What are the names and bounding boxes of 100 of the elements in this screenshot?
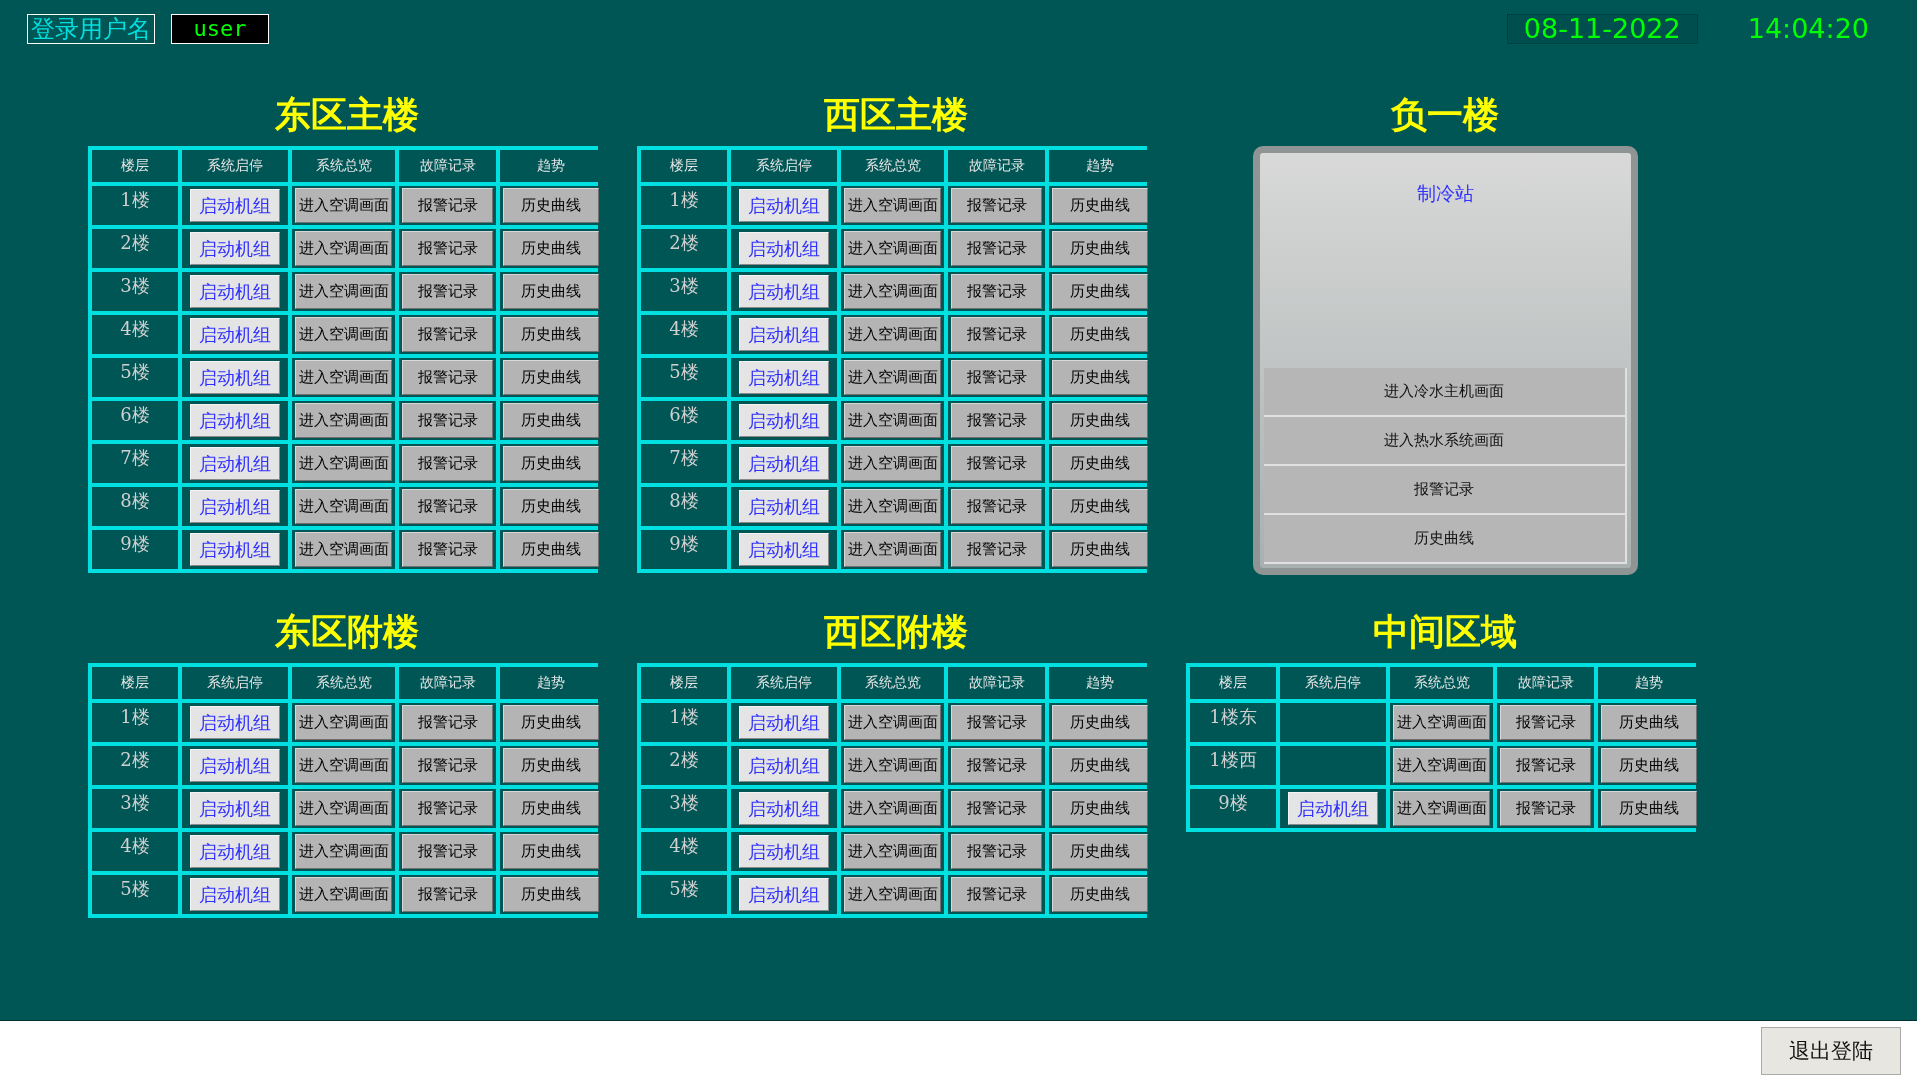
ac-screen-button[interactable]: 进入空调画面 xyxy=(844,532,941,567)
start-unit-button[interactable]: 启动机组 xyxy=(190,878,280,911)
panel-menu-button[interactable]: 进入冷水主机画面 xyxy=(1263,368,1627,417)
history-curve-button[interactable]: 历史曲线 xyxy=(503,489,599,524)
alarm-record-button[interactable]: 报警记录 xyxy=(402,317,493,352)
start-unit-button[interactable]: 启动机组 xyxy=(739,318,829,351)
ac-screen-button[interactable]: 进入空调画面 xyxy=(844,231,941,266)
history-curve-button[interactable]: 历史曲线 xyxy=(503,877,599,912)
ac-screen-button[interactable]: 进入空调画面 xyxy=(844,446,941,481)
alarm-record-button[interactable]: 报警记录 xyxy=(951,231,1042,266)
alarm-record-button[interactable]: 报警记录 xyxy=(951,446,1042,481)
start-unit-button[interactable]: 启动机组 xyxy=(739,275,829,308)
ac-screen-button[interactable]: 进入空调画面 xyxy=(1393,748,1490,783)
history-curve-button[interactable]: 历史曲线 xyxy=(1052,188,1148,223)
history-curve-button[interactable]: 历史曲线 xyxy=(1052,274,1148,309)
alarm-record-button[interactable]: 报警记录 xyxy=(951,274,1042,309)
alarm-record-button[interactable]: 报警记录 xyxy=(402,532,493,567)
alarm-record-button[interactable]: 报警记录 xyxy=(951,532,1042,567)
history-curve-button[interactable]: 历史曲线 xyxy=(1601,748,1697,783)
ac-screen-button[interactable]: 进入空调画面 xyxy=(295,403,392,438)
history-curve-button[interactable]: 历史曲线 xyxy=(1052,532,1148,567)
history-curve-button[interactable]: 历史曲线 xyxy=(503,360,599,395)
ac-screen-button[interactable]: 进入空调画面 xyxy=(844,274,941,309)
alarm-record-button[interactable]: 报警记录 xyxy=(402,705,493,740)
alarm-record-button[interactable]: 报警记录 xyxy=(951,834,1042,869)
ac-screen-button[interactable]: 进入空调画面 xyxy=(1393,705,1490,740)
ac-screen-button[interactable]: 进入空调画面 xyxy=(295,489,392,524)
history-curve-button[interactable]: 历史曲线 xyxy=(503,403,599,438)
start-unit-button[interactable]: 启动机组 xyxy=(190,361,280,394)
history-curve-button[interactable]: 历史曲线 xyxy=(503,705,599,740)
alarm-record-button[interactable]: 报警记录 xyxy=(951,705,1042,740)
ac-screen-button[interactable]: 进入空调画面 xyxy=(844,360,941,395)
history-curve-button[interactable]: 历史曲线 xyxy=(1052,317,1148,352)
ac-screen-button[interactable]: 进入空调画面 xyxy=(295,231,392,266)
alarm-record-button[interactable]: 报警记录 xyxy=(1500,791,1591,826)
start-unit-button[interactable]: 启动机组 xyxy=(739,749,829,782)
alarm-record-button[interactable]: 报警记录 xyxy=(402,748,493,783)
logout-button[interactable]: 退出登陆 xyxy=(1761,1026,1901,1075)
history-curve-button[interactable]: 历史曲线 xyxy=(1052,403,1148,438)
start-unit-button[interactable]: 启动机组 xyxy=(190,749,280,782)
start-unit-button[interactable]: 启动机组 xyxy=(739,706,829,739)
history-curve-button[interactable]: 历史曲线 xyxy=(503,231,599,266)
history-curve-button[interactable]: 历史曲线 xyxy=(1601,791,1697,826)
start-unit-button[interactable]: 启动机组 xyxy=(190,533,280,566)
start-unit-button[interactable]: 启动机组 xyxy=(190,318,280,351)
ac-screen-button[interactable]: 进入空调画面 xyxy=(1393,791,1490,826)
ac-screen-button[interactable]: 进入空调画面 xyxy=(295,834,392,869)
start-unit-button[interactable]: 启动机组 xyxy=(190,189,280,222)
history-curve-button[interactable]: 历史曲线 xyxy=(503,748,599,783)
start-unit-button[interactable]: 启动机组 xyxy=(739,189,829,222)
history-curve-button[interactable]: 历史曲线 xyxy=(503,274,599,309)
history-curve-button[interactable]: 历史曲线 xyxy=(1052,748,1148,783)
history-curve-button[interactable]: 历史曲线 xyxy=(1052,877,1148,912)
history-curve-button[interactable]: 历史曲线 xyxy=(1052,231,1148,266)
alarm-record-button[interactable]: 报警记录 xyxy=(951,877,1042,912)
ac-screen-button[interactable]: 进入空调画面 xyxy=(844,705,941,740)
alarm-record-button[interactable]: 报警记录 xyxy=(1500,748,1591,783)
start-unit-button[interactable]: 启动机组 xyxy=(739,361,829,394)
start-unit-button[interactable]: 启动机组 xyxy=(190,275,280,308)
ac-screen-button[interactable]: 进入空调画面 xyxy=(295,188,392,223)
alarm-record-button[interactable]: 报警记录 xyxy=(402,446,493,481)
ac-screen-button[interactable]: 进入空调画面 xyxy=(295,791,392,826)
alarm-record-button[interactable]: 报警记录 xyxy=(402,489,493,524)
alarm-record-button[interactable]: 报警记录 xyxy=(951,403,1042,438)
start-unit-button[interactable]: 启动机组 xyxy=(190,835,280,868)
panel-menu-button[interactable]: 报警记录 xyxy=(1263,466,1627,515)
alarm-record-button[interactable]: 报警记录 xyxy=(1500,705,1591,740)
ac-screen-button[interactable]: 进入空调画面 xyxy=(844,188,941,223)
ac-screen-button[interactable]: 进入空调画面 xyxy=(295,705,392,740)
ac-screen-button[interactable]: 进入空调画面 xyxy=(295,877,392,912)
history-curve-button[interactable]: 历史曲线 xyxy=(503,188,599,223)
start-unit-button[interactable]: 启动机组 xyxy=(739,835,829,868)
alarm-record-button[interactable]: 报警记录 xyxy=(402,791,493,826)
start-unit-button[interactable]: 启动机组 xyxy=(739,404,829,437)
start-unit-button[interactable]: 启动机组 xyxy=(739,878,829,911)
alarm-record-button[interactable]: 报警记录 xyxy=(951,360,1042,395)
panel-menu-button[interactable]: 进入热水系统画面 xyxy=(1263,417,1627,466)
alarm-record-button[interactable]: 报警记录 xyxy=(951,317,1042,352)
start-unit-button[interactable]: 启动机组 xyxy=(739,490,829,523)
history-curve-button[interactable]: 历史曲线 xyxy=(503,317,599,352)
start-unit-button[interactable]: 启动机组 xyxy=(1288,792,1378,825)
ac-screen-button[interactable]: 进入空调画面 xyxy=(295,446,392,481)
alarm-record-button[interactable]: 报警记录 xyxy=(402,403,493,438)
ac-screen-button[interactable]: 进入空调画面 xyxy=(844,403,941,438)
history-curve-button[interactable]: 历史曲线 xyxy=(1052,489,1148,524)
ac-screen-button[interactable]: 进入空调画面 xyxy=(295,748,392,783)
ac-screen-button[interactable]: 进入空调画面 xyxy=(295,317,392,352)
start-unit-button[interactable]: 启动机组 xyxy=(190,404,280,437)
alarm-record-button[interactable]: 报警记录 xyxy=(402,231,493,266)
ac-screen-button[interactable]: 进入空调画面 xyxy=(844,791,941,826)
ac-screen-button[interactable]: 进入空调画面 xyxy=(844,748,941,783)
start-unit-button[interactable]: 启动机组 xyxy=(739,533,829,566)
ac-screen-button[interactable]: 进入空调画面 xyxy=(295,360,392,395)
alarm-record-button[interactable]: 报警记录 xyxy=(402,360,493,395)
ac-screen-button[interactable]: 进入空调画面 xyxy=(844,877,941,912)
history-curve-button[interactable]: 历史曲线 xyxy=(503,446,599,481)
alarm-record-button[interactable]: 报警记录 xyxy=(402,877,493,912)
start-unit-button[interactable]: 启动机组 xyxy=(739,447,829,480)
start-unit-button[interactable]: 启动机组 xyxy=(190,447,280,480)
start-unit-button[interactable]: 启动机组 xyxy=(190,792,280,825)
